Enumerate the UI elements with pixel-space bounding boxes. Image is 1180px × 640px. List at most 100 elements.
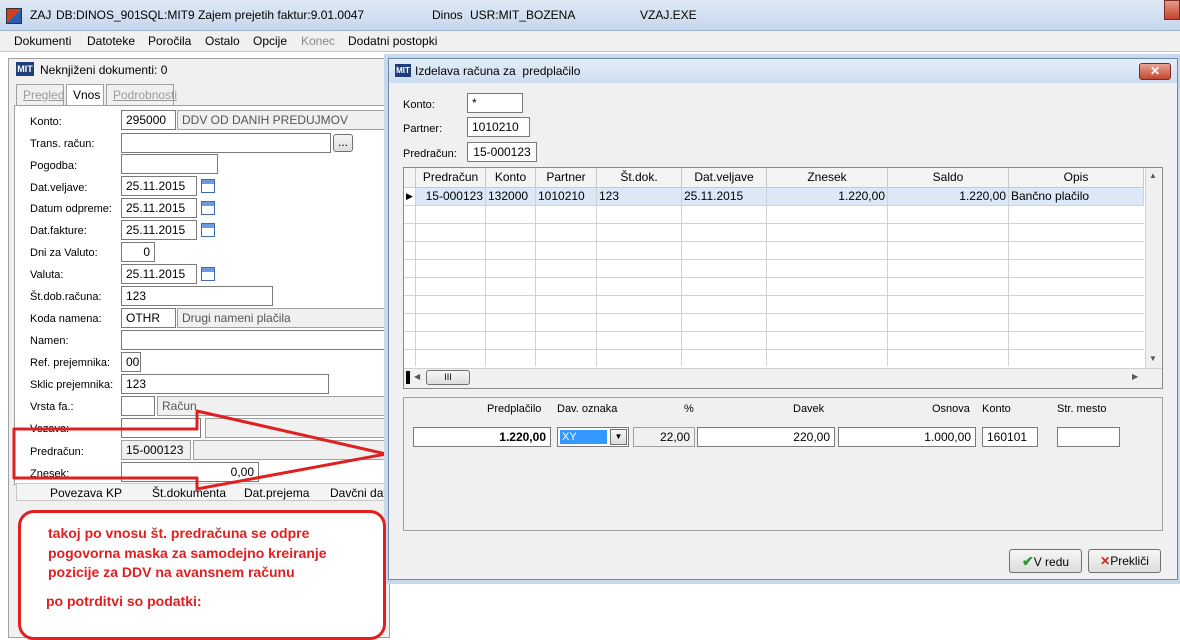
trans-racun-label: Trans. račun: — [30, 138, 95, 150]
annotation-footer: po potrditvi so podatki: — [46, 593, 202, 609]
unposted-documents-label: Neknjiženi dokumenti: 0 — [40, 63, 168, 77]
scroll-thumb[interactable]: III — [426, 370, 470, 385]
ref-prejemnika-input[interactable]: 00 — [121, 352, 141, 372]
grid-cell[interactable]: 1010210 — [536, 188, 597, 206]
grid-col-saldo[interactable]: Saldo — [888, 168, 1009, 188]
tab-vnos[interactable]: Vnos — [66, 84, 104, 106]
ok-button[interactable]: ✔V redu — [1009, 549, 1082, 573]
trans-racun-input[interactable] — [121, 133, 331, 153]
dni-za-valuto-input[interactable]: 0 — [121, 242, 155, 262]
title-module: Zajem prejetih faktur:9.01.0047 — [198, 8, 365, 22]
title-user: USR:MIT_BOZENA — [470, 8, 576, 22]
dropdown-arrow-icon[interactable]: ▼ — [610, 429, 627, 445]
menu-konec[interactable]: Konec — [301, 34, 335, 48]
dialog-konto-input[interactable]: * — [467, 93, 523, 113]
datum-odpreme-label: Datum odpreme: — [30, 203, 112, 215]
grid-cell[interactable]: 1.220,00 — [767, 188, 888, 206]
calendar-icon[interactable] — [201, 267, 215, 281]
str-mesto-input[interactable] — [1057, 427, 1120, 447]
trans-racun-browse-button[interactable]: ... — [333, 134, 353, 152]
dialog-close-icon[interactable]: ✕ — [1139, 63, 1171, 80]
cancel-button[interactable]: ✕Prekliči — [1088, 549, 1161, 573]
col-str-mesto: Str. mesto — [1057, 403, 1107, 415]
predplacilo-input[interactable]: 1.220,00 — [413, 427, 551, 447]
pogodba-input[interactable] — [121, 154, 218, 174]
st-dob-racuna-input[interactable]: 123 — [121, 286, 273, 306]
sklic-prejemnika-input[interactable]: 123 — [121, 374, 329, 394]
annotation-line-3: pozicije za DDV na avansnem računu — [48, 564, 295, 580]
grid-row-header-corner — [404, 168, 416, 188]
grid-col-st-dok[interactable]: Št.dok. — [597, 168, 682, 188]
row-selector-arrow-icon[interactable]: ▶ — [404, 188, 416, 206]
koda-namena-input[interactable]: OTHR — [121, 308, 176, 328]
odstotek-input: 22,00 — [633, 427, 695, 447]
dialog-titlebar: MIT Izdelava računa za predplačilo ✕ — [389, 59, 1177, 83]
col-predplacilo: Predplačilo — [487, 403, 542, 415]
konto-input[interactable]: 295000 — [121, 110, 176, 130]
mit-logo-icon: MIT — [16, 62, 34, 76]
proforma-grid: Predračun Konto Partner Št.dok. Dat.velj… — [403, 167, 1163, 389]
dialog-partner-label: Partner: — [403, 123, 443, 135]
col-dav-oznaka: Dav. oznaka — [557, 403, 618, 415]
valuta-input[interactable]: 25.11.2015 — [121, 264, 197, 284]
window-close-button[interactable] — [1164, 0, 1180, 20]
grid-col-konto[interactable]: Konto — [486, 168, 536, 188]
menu-dokumenti[interactable]: Dokumenti — [14, 34, 71, 48]
tab-podrobnosti[interactable]: Podrobnosti — [106, 84, 177, 106]
col-konto: Konto — [982, 403, 1011, 415]
davek-input[interactable]: 220,00 — [697, 427, 835, 447]
namen-input[interactable] — [121, 330, 387, 350]
osnova-input[interactable]: 1.000,00 — [838, 427, 976, 447]
grid-col-znesek[interactable]: Znesek — [767, 168, 888, 188]
prepayment-invoice-dialog: MIT Izdelava računa za predplačilo ✕ Kon… — [388, 58, 1178, 580]
grid-vertical-scrollbar[interactable] — [1145, 168, 1162, 368]
dialog-partner-input[interactable]: 1010210 — [467, 117, 530, 137]
calendar-icon[interactable] — [201, 223, 215, 237]
grid-col-partner[interactable]: Partner — [536, 168, 597, 188]
grid-col-dat-veljave[interactable]: Dat.veljave — [682, 168, 767, 188]
koda-namena-description: Drugi nameni plačila — [177, 308, 387, 328]
scroll-left-icon[interactable]: ◀ — [414, 372, 420, 381]
grid-cell[interactable]: 123 — [597, 188, 682, 206]
tab-pregled[interactable]: Pregled — [16, 84, 64, 106]
grid-horizontal-scrollbar[interactable] — [404, 368, 1162, 388]
scroll-right-icon[interactable]: ▶ — [1132, 372, 1138, 381]
konto-label: Konto: — [30, 116, 62, 128]
grid-cell[interactable]: Bančno plačilo — [1009, 188, 1144, 206]
dat-fakture-input[interactable]: 25.11.2015 — [121, 220, 197, 240]
cross-icon: ✕ — [1100, 554, 1111, 568]
grid-cell[interactable]: 1.220,00 — [888, 188, 1009, 206]
menu-dodatni-postopki[interactable]: Dodatni postopki — [348, 34, 437, 48]
menu-bar: Dokumenti Datoteke Poročila Ostalo Opcij… — [0, 31, 1180, 52]
grid-col-opis[interactable]: Opis — [1009, 168, 1144, 188]
menu-porocila[interactable]: Poročila — [148, 34, 191, 48]
dav-oznaka-select[interactable]: XY ▼ — [557, 427, 629, 447]
grid-cell[interactable]: 15-000123 — [416, 188, 486, 206]
title-exe: VZAJ.EXE — [640, 8, 697, 22]
calendar-icon[interactable] — [201, 201, 215, 215]
dialog-predracun-label: Predračun: — [403, 148, 457, 160]
grid-col-predracun[interactable]: Predračun — [416, 168, 486, 188]
calendar-icon[interactable] — [201, 179, 215, 193]
scroll-down-icon[interactable]: ▼ — [1149, 354, 1157, 363]
menu-datoteke[interactable]: Datoteke — [87, 34, 135, 48]
title-app: ZAJ — [30, 8, 52, 22]
dat-veljave-input[interactable]: 25.11.2015 — [121, 176, 197, 196]
ref-prejemnika-label: Ref. prejemnika: — [30, 357, 111, 369]
koda-namena-label: Koda namena: — [30, 313, 102, 325]
dialog-predracun-input[interactable]: 15-000123 — [467, 142, 537, 162]
title-company: Dinos — [432, 8, 463, 22]
dav-oznaka-value: XY — [560, 430, 607, 444]
menu-opcije[interactable]: Opcije — [253, 34, 287, 48]
annotation-line-2: pogovorna maska za samodejno kreiranje — [48, 545, 327, 561]
konto-description: DDV OD DANIH PREDUJMOV — [177, 110, 387, 130]
mit-logo-icon: MIT — [395, 64, 411, 77]
bottom-konto-input[interactable]: 160101 — [982, 427, 1038, 447]
scroll-up-icon[interactable]: ▲ — [1149, 171, 1157, 180]
scroll-left-edge — [406, 371, 410, 384]
menu-ostalo[interactable]: Ostalo — [205, 34, 240, 48]
grid-cell[interactable]: 132000 — [486, 188, 536, 206]
cancel-button-label: Prekliči — [1110, 554, 1149, 568]
datum-odpreme-input[interactable]: 25.11.2015 — [121, 198, 197, 218]
grid-cell[interactable]: 25.11.2015 — [682, 188, 767, 206]
